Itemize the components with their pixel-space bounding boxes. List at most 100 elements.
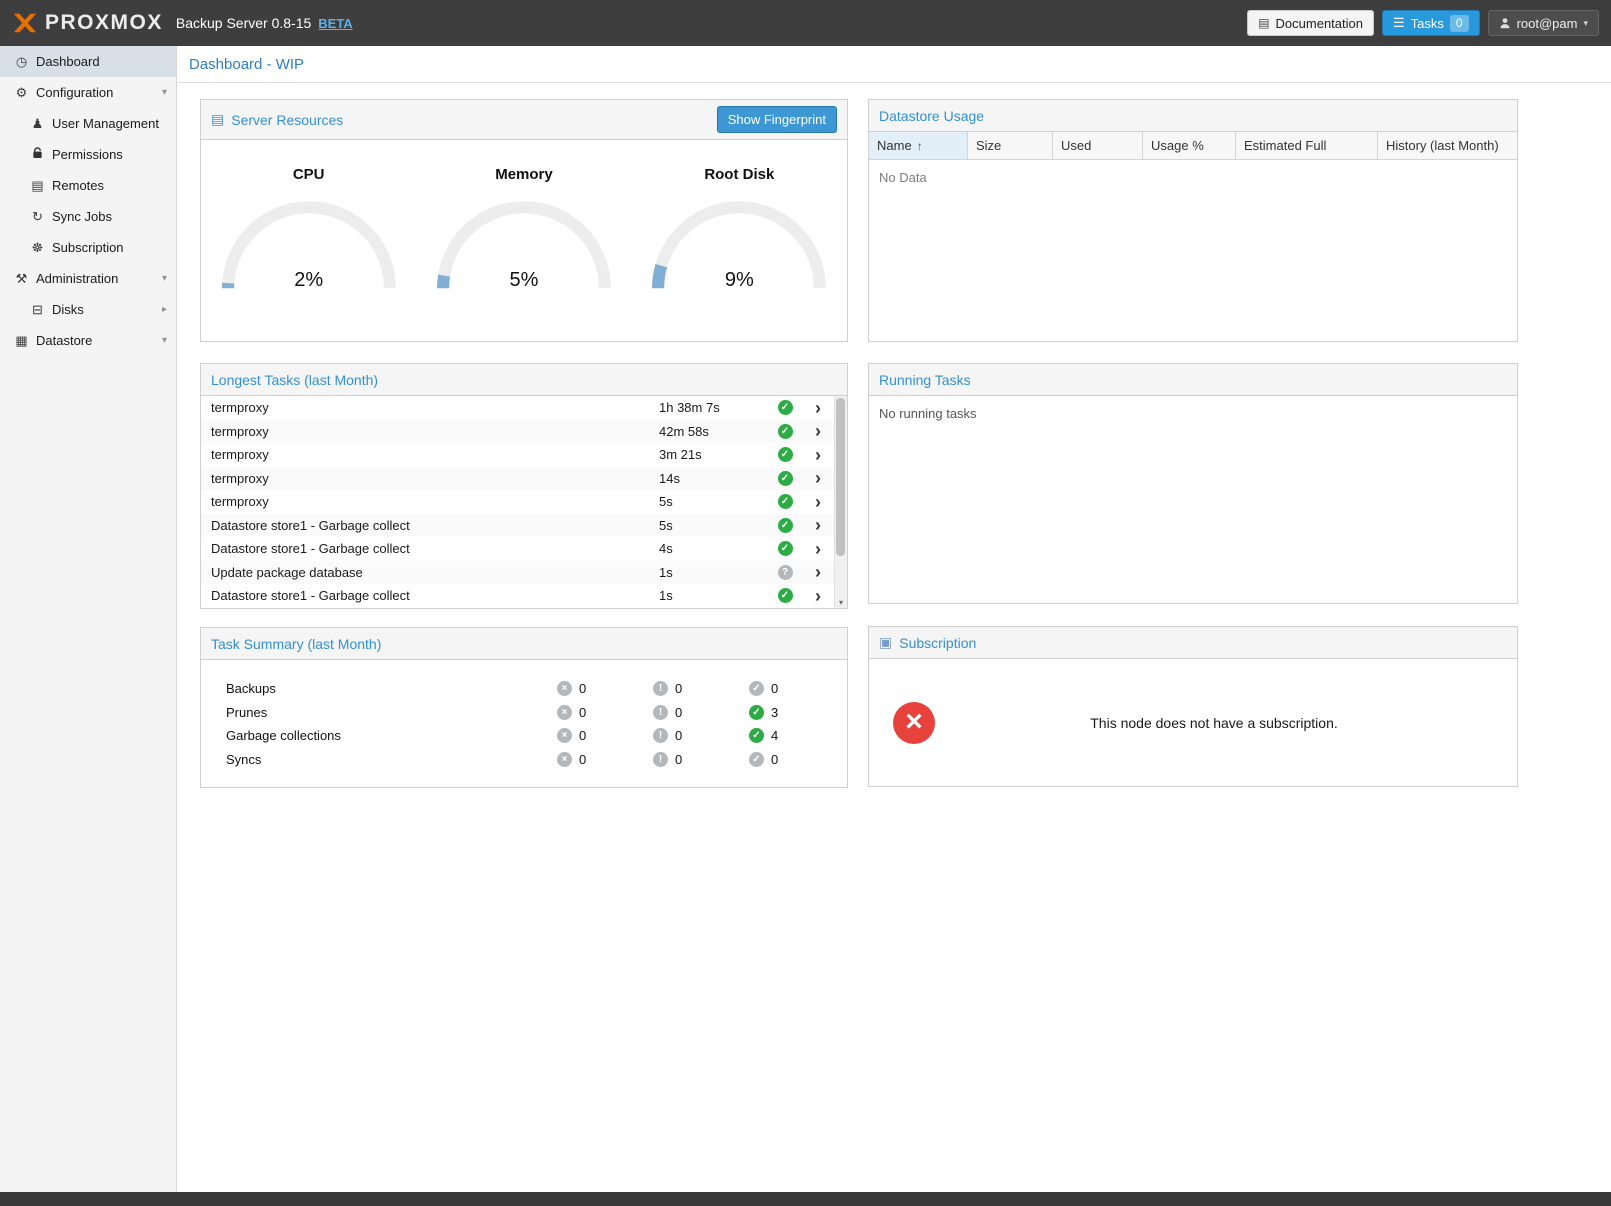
task-duration: 5s [659, 494, 767, 509]
status-ok-icon: ✓ [778, 471, 793, 486]
list-icon: ▤ [28, 178, 47, 194]
warning-count-icon: ! [653, 728, 668, 743]
warning-count: 0 [675, 728, 682, 743]
memory-gauge: Memory 5% [416, 140, 631, 292]
sidebar-item-permissions[interactable]: Permissions [0, 139, 176, 170]
task-duration: 1s [659, 565, 767, 580]
error-count-icon: × [557, 681, 572, 696]
sidebar-item-label: Administration [36, 271, 118, 286]
task-summary-body: Backups ×0 !0 ✓0 Prunes ×0 !0 ✓3 Garbage… [201, 660, 847, 771]
error-count: 0 [579, 681, 586, 696]
running-tasks-header: Running Tasks [869, 364, 1517, 396]
task-row[interactable]: termproxy 14s ✓ › [201, 467, 847, 491]
page-title: Dashboard - WIP [189, 56, 304, 73]
datastore-icon: ▦ [12, 333, 31, 349]
task-row[interactable]: termproxy 42m 58s ✓ › [201, 420, 847, 444]
scrollbar-thumb[interactable] [836, 398, 845, 556]
sidebar-item-administration[interactable]: ⚒ Administration ▾ [0, 263, 176, 294]
product-version: Backup Server 0.8-15 [176, 15, 311, 31]
lock-icon [28, 147, 47, 162]
task-duration: 3m 21s [659, 447, 767, 462]
chevron-down-icon: ▾ [1583, 18, 1588, 29]
summary-row: Prunes ×0 !0 ✓3 [201, 701, 847, 725]
summary-row: Backups ×0 !0 ✓0 [201, 677, 847, 701]
task-row[interactable]: termproxy 1h 38m 7s ✓ › [201, 396, 847, 420]
gauge-label: CPU [201, 166, 416, 183]
task-duration: 1h 38m 7s [659, 400, 767, 415]
gears-icon: ⚙ [12, 85, 31, 101]
chevron-right-icon[interactable]: › [803, 422, 833, 440]
chevron-right-icon[interactable]: › [803, 446, 833, 464]
panel-title: Task Summary (last Month) [211, 636, 381, 652]
column-header-usage-pct[interactable]: Usage % [1143, 132, 1236, 159]
column-header-used[interactable]: Used [1053, 132, 1143, 159]
chevron-right-icon[interactable]: › [803, 587, 833, 605]
sidebar-item-label: Permissions [52, 147, 123, 162]
sidebar-item-dashboard[interactable]: ◷ Dashboard [0, 46, 176, 77]
warning-count: 0 [675, 705, 682, 720]
sidebar-item-remotes[interactable]: ▤ Remotes [0, 170, 176, 201]
error-count: 0 [579, 752, 586, 767]
task-row[interactable]: termproxy 3m 21s ✓ › [201, 443, 847, 467]
panel-title: ▤ Server Resources [211, 111, 343, 128]
sidebar-item-user-management[interactable]: ♟ User Management [0, 108, 176, 139]
task-row[interactable]: Datastore store1 - Garbage collect 4s ✓ … [201, 537, 847, 561]
user-name: root@pam [1517, 16, 1578, 31]
sidebar-item-configuration[interactable]: ⚙ Configuration ▾ [0, 77, 176, 108]
refresh-icon: ↻ [28, 209, 47, 225]
subscription-message: This node does not have a subscription. [935, 715, 1493, 731]
chevron-down-icon: ▾ [162, 273, 167, 284]
status-ok-icon: ✓ [778, 588, 793, 603]
chevron-right-icon[interactable]: › [803, 469, 833, 487]
longest-tasks-panel: Longest Tasks (last Month) termproxy 1h … [200, 363, 848, 609]
chevron-right-icon[interactable]: › [803, 493, 833, 511]
sidebar-item-label: Disks [52, 302, 84, 317]
ok-count-icon: ✓ [749, 752, 764, 767]
sidebar-item-disks[interactable]: ⊟ Disks ▸ [0, 294, 176, 325]
task-duration: 14s [659, 471, 767, 486]
sidebar: ◷ Dashboard ⚙ Configuration ▾ ♟ User Man… [0, 46, 177, 1192]
ticket-icon: ▣ [879, 634, 892, 651]
gauge-value: 9% [646, 269, 832, 292]
chevron-right-icon[interactable]: › [803, 399, 833, 417]
scroll-down-icon[interactable]: ▾ [835, 598, 847, 607]
chevron-right-icon[interactable]: › [803, 516, 833, 534]
column-header-size[interactable]: Size [968, 132, 1053, 159]
cpu-gauge: CPU 2% [201, 140, 416, 292]
warning-count: 0 [675, 681, 682, 696]
main-area: Dashboard - WIP ▤ Server Resources Show … [178, 46, 1611, 1192]
task-row[interactable]: Datastore store1 - Garbage collect 1s ✓ … [201, 584, 847, 608]
show-fingerprint-button[interactable]: Show Fingerprint [717, 106, 837, 133]
task-row[interactable]: Update package database 1s ? › [201, 561, 847, 585]
column-label: Used [1061, 138, 1091, 153]
tasks-button[interactable]: ☰ Tasks 0 [1382, 10, 1480, 36]
task-row[interactable]: Datastore store1 - Garbage collect 5s ✓ … [201, 514, 847, 538]
server-icon: ▤ [211, 111, 224, 128]
sidebar-item-sync-jobs[interactable]: ↻ Sync Jobs [0, 201, 176, 232]
user-menu-button[interactable]: root@pam ▾ [1488, 10, 1599, 36]
chevron-right-icon[interactable]: › [803, 563, 833, 581]
ok-count-icon: ✓ [749, 728, 764, 743]
user-icon [1499, 17, 1511, 29]
chevron-right-icon[interactable]: › [803, 540, 833, 558]
longest-tasks-header: Longest Tasks (last Month) [201, 364, 847, 396]
status-ok-icon: ✓ [778, 400, 793, 415]
column-label: Size [976, 138, 1001, 153]
vertical-scrollbar[interactable]: ▾ [834, 396, 847, 608]
sidebar-item-label: Dashboard [36, 54, 100, 69]
summary-label: Garbage collections [226, 728, 557, 743]
documentation-button[interactable]: ▤ Documentation [1247, 10, 1374, 36]
column-header-history[interactable]: History (last Month) [1378, 132, 1517, 159]
subscription-title: Subscription [899, 635, 976, 651]
task-row[interactable]: termproxy 5s ✓ › [201, 490, 847, 514]
sidebar-item-label: Remotes [52, 178, 104, 193]
sidebar-item-datastore[interactable]: ▦ Datastore ▾ [0, 325, 176, 356]
task-name: Datastore store1 - Garbage collect [211, 518, 659, 533]
column-header-estimated-full[interactable]: Estimated Full [1236, 132, 1378, 159]
error-count-icon: × [557, 728, 572, 743]
subscription-header: ▣ Subscription [869, 627, 1517, 659]
sort-asc-icon: ↑ [917, 139, 923, 153]
column-header-name[interactable]: Name ↑ [869, 132, 968, 159]
sidebar-item-subscription[interactable]: ☸ Subscription [0, 232, 176, 263]
beta-link[interactable]: BETA [318, 16, 352, 31]
